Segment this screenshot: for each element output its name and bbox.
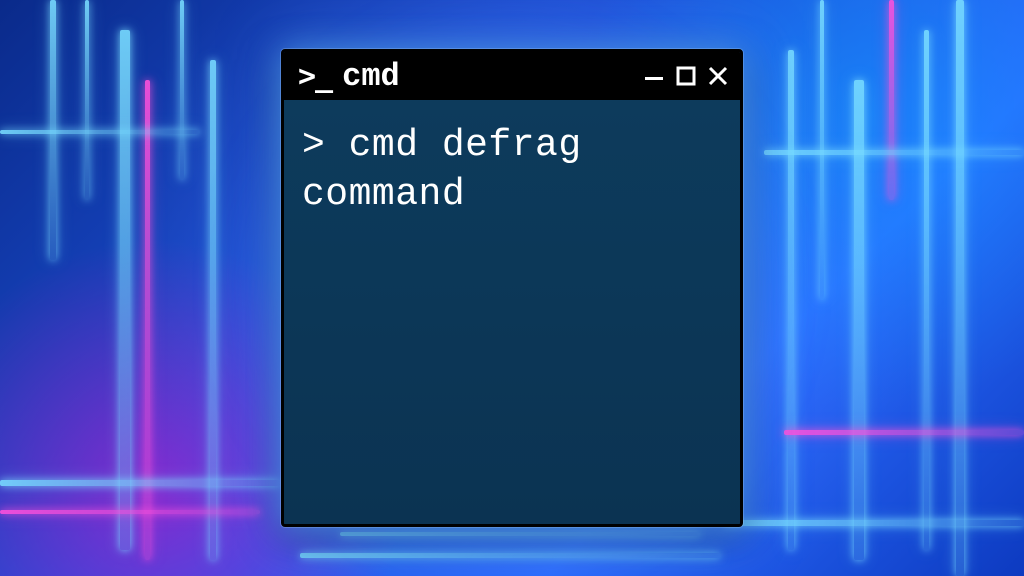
close-button[interactable]	[706, 64, 730, 88]
close-icon	[707, 65, 729, 87]
command-line: > cmd defrag command	[302, 122, 722, 219]
minimize-icon	[643, 65, 665, 87]
maximize-button[interactable]	[674, 64, 698, 88]
window-controls	[642, 64, 730, 88]
terminal-icon: >_	[298, 59, 332, 94]
terminal-window: >_ cmd > cmd defrag command	[281, 49, 743, 527]
titlebar[interactable]: >_ cmd	[284, 52, 740, 100]
prompt-symbol: >	[302, 124, 349, 167]
minimize-button[interactable]	[642, 64, 666, 88]
terminal-body[interactable]: > cmd defrag command	[284, 100, 740, 524]
window-title: cmd	[342, 58, 632, 95]
maximize-icon	[675, 65, 697, 87]
